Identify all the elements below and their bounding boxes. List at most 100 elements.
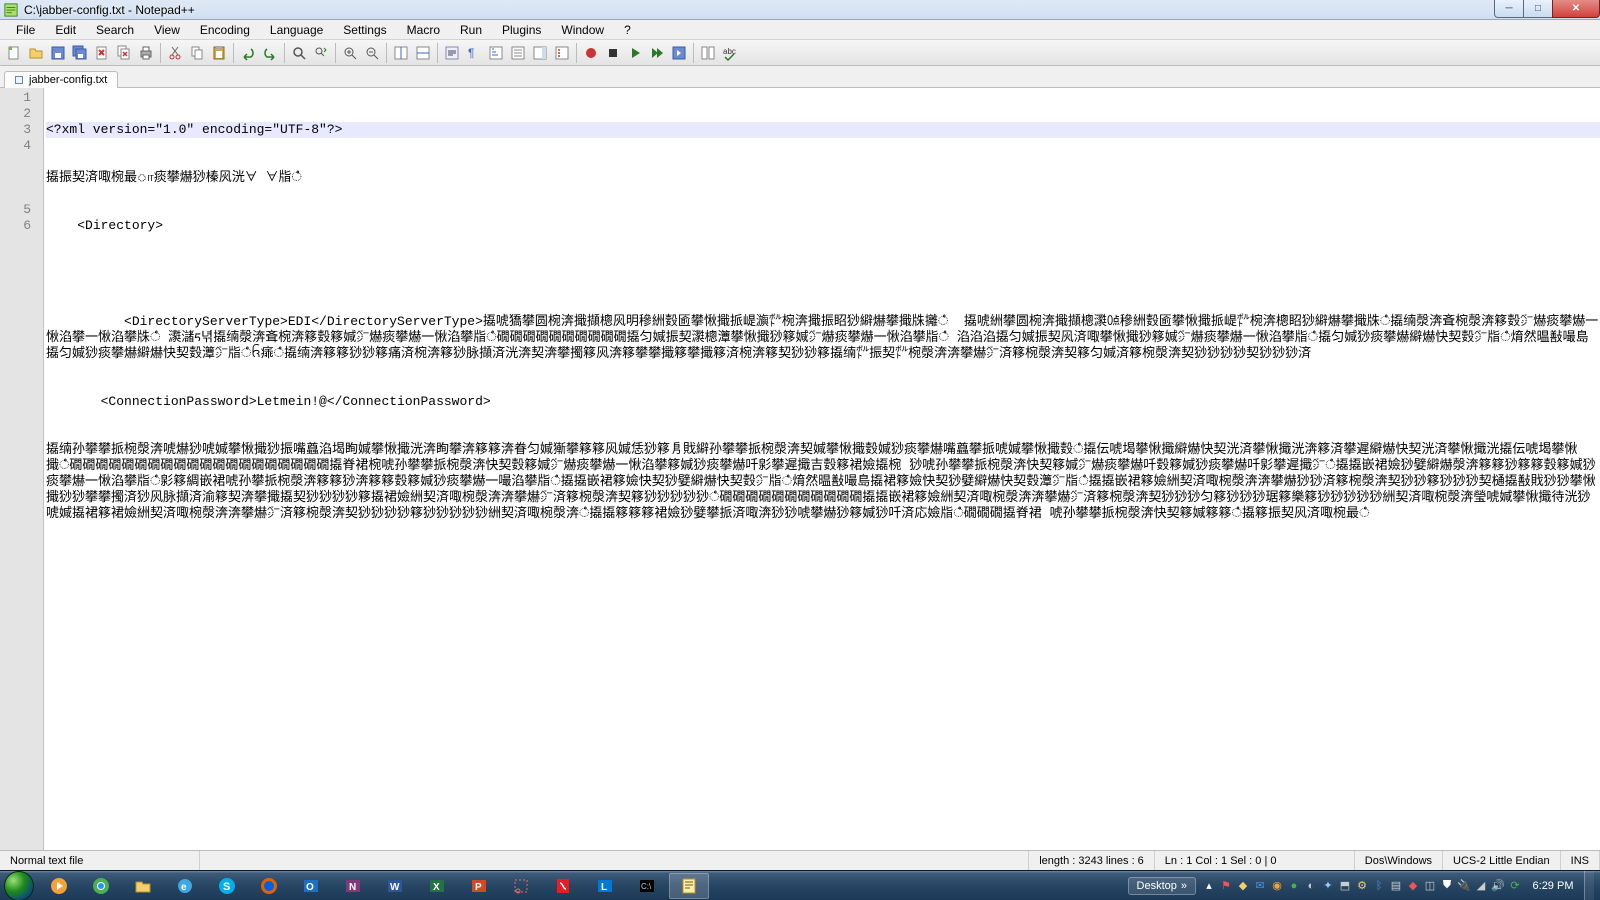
tray-shield-icon[interactable]: ⛊ <box>1440 879 1454 893</box>
taskbar-app-chrome[interactable] <box>81 873 121 899</box>
taskbar-app-excel[interactable]: X <box>417 873 457 899</box>
menu-file[interactable]: File <box>8 21 43 39</box>
undo-button[interactable] <box>238 43 258 63</box>
tray-outlook-icon[interactable]: ✉ <box>1253 879 1267 893</box>
taskbar-app-ie[interactable]: e <box>165 873 205 899</box>
user-lang-button[interactable] <box>508 43 528 63</box>
new-file-button[interactable] <box>4 43 24 63</box>
menu-settings[interactable]: Settings <box>335 21 394 39</box>
copy-button[interactable] <box>187 43 207 63</box>
save-all-button[interactable] <box>70 43 90 63</box>
zoom-in-button[interactable] <box>340 43 360 63</box>
all-chars-button[interactable]: ¶ <box>464 43 484 63</box>
close-file-button[interactable] <box>92 43 112 63</box>
taskbar-app-word[interactable]: W <box>375 873 415 899</box>
macro-save-button[interactable] <box>669 43 689 63</box>
close-all-button[interactable] <box>114 43 134 63</box>
menu-macro[interactable]: Macro <box>399 21 448 39</box>
text-editor[interactable]: <?xml version="1.0" encoding="UTF-8"?>਍ … <box>44 88 1600 850</box>
show-desktop-button[interactable] <box>1584 871 1594 900</box>
tray-app-icon[interactable]: ▤ <box>1389 879 1403 893</box>
taskbar-app-media[interactable] <box>39 873 79 899</box>
tray-app-icon[interactable]: ◆ <box>1406 879 1420 893</box>
redo-button[interactable] <box>260 43 280 63</box>
status-file-type: Normal text file <box>0 851 200 870</box>
system-tray: Desktop » ▴ ⚑ ◆ ✉ ◉ ● ◐ ✦ ⬒ ⚙ ᛒ ▤ ◆ ◫ ⛊ … <box>1128 871 1600 900</box>
taskbar-app-onenote[interactable]: N <box>333 873 373 899</box>
tray-app-icon[interactable]: ⚙ <box>1355 879 1369 893</box>
taskbar-app-firefox[interactable] <box>249 873 289 899</box>
toolbar: ¶ abc <box>0 40 1600 66</box>
tray-sync-icon[interactable]: ⟳ <box>1508 879 1522 893</box>
maximize-button[interactable]: □ <box>1523 0 1553 18</box>
menu-window[interactable]: Window <box>553 21 612 39</box>
tray-app-icon[interactable]: ✦ <box>1321 879 1335 893</box>
svg-text:O: O <box>306 882 314 893</box>
tray-app-icon[interactable]: ◐ <box>1304 879 1318 893</box>
menu-run[interactable]: Run <box>452 21 490 39</box>
start-button[interactable] <box>0 871 38 900</box>
taskbar-app-acrobat[interactable] <box>543 873 583 899</box>
file-tab-active[interactable]: jabber-config.txt <box>4 71 118 88</box>
menu-plugins[interactable]: Plugins <box>494 21 549 39</box>
tray-bluetooth-icon[interactable]: ᛒ <box>1372 879 1386 893</box>
show-desktop-toolbar[interactable]: Desktop » <box>1128 877 1196 895</box>
tray-app-icon[interactable]: ● <box>1287 879 1301 893</box>
sync-v-button[interactable] <box>391 43 411 63</box>
taskbar-app-ppt[interactable]: P <box>459 873 499 899</box>
tray-network-icon[interactable]: ◢ <box>1474 879 1488 893</box>
menu-view[interactable]: View <box>146 21 188 39</box>
code-line <box>46 266 1600 282</box>
tray-up-icon[interactable]: ▴ <box>1202 879 1216 893</box>
menu-language[interactable]: Language <box>262 21 331 39</box>
tray-volume-icon[interactable]: 🔊 <box>1491 879 1505 893</box>
compare-button[interactable] <box>698 43 718 63</box>
macro-play-button[interactable] <box>625 43 645 63</box>
menu-edit[interactable]: Edit <box>47 21 84 39</box>
tray-app-icon[interactable]: ◉ <box>1270 879 1284 893</box>
cut-button[interactable] <box>165 43 185 63</box>
close-button[interactable]: ✕ <box>1552 0 1600 18</box>
tray-app-icon[interactable]: ◫ <box>1423 879 1437 893</box>
print-button[interactable] <box>136 43 156 63</box>
status-eol[interactable]: Dos\Windows <box>1355 851 1443 870</box>
paste-button[interactable] <box>209 43 229 63</box>
open-file-button[interactable] <box>26 43 46 63</box>
indent-guide-button[interactable] <box>486 43 506 63</box>
word-wrap-button[interactable] <box>442 43 462 63</box>
macro-play-multi-button[interactable] <box>647 43 667 63</box>
svg-text:¶: ¶ <box>468 46 474 60</box>
taskbar-app-snip[interactable] <box>501 873 541 899</box>
taskbar-app-explorer[interactable] <box>123 873 163 899</box>
macro-stop-button[interactable] <box>603 43 623 63</box>
taskbar-clock[interactable]: 6:29 PM <box>1528 880 1578 892</box>
taskbar-app-notepadpp[interactable] <box>669 873 709 899</box>
menu-help[interactable]: ? <box>616 21 639 39</box>
spell-check-button[interactable]: abc <box>720 43 740 63</box>
menu-search[interactable]: Search <box>88 21 142 39</box>
tray-power-icon[interactable]: 🔌 <box>1457 879 1471 893</box>
tray-shield-icon[interactable]: ◆ <box>1236 879 1250 893</box>
tray-app-icon[interactable]: ⬒ <box>1338 879 1352 893</box>
toolbar-separator <box>284 43 285 63</box>
find-button[interactable] <box>289 43 309 63</box>
windows-taskbar: e S O N W X P L C:\ Desktop » ▴ ⚑ ◆ ✉ ◉ … <box>0 870 1600 900</box>
sync-h-button[interactable] <box>413 43 433 63</box>
taskbar-app-lync[interactable]: L <box>585 873 625 899</box>
save-button[interactable] <box>48 43 68 63</box>
minimize-button[interactable]: ─ <box>1494 0 1524 18</box>
status-encoding[interactable]: UCS-2 Little Endian <box>1443 851 1561 870</box>
macro-record-button[interactable] <box>581 43 601 63</box>
doc-map-button[interactable] <box>530 43 550 63</box>
status-insert-mode[interactable]: INS <box>1561 851 1600 870</box>
taskbar-app-outlook[interactable]: O <box>291 873 331 899</box>
replace-button[interactable] <box>311 43 331 63</box>
taskbar-app-skype[interactable]: S <box>207 873 247 899</box>
menu-encoding[interactable]: Encoding <box>192 21 258 39</box>
tray-flag-icon[interactable]: ⚑ <box>1219 879 1233 893</box>
taskbar-app-cmd[interactable]: C:\ <box>627 873 667 899</box>
zoom-out-button[interactable] <box>362 43 382 63</box>
func-list-button[interactable] <box>552 43 572 63</box>
svg-text:N: N <box>349 882 356 893</box>
toolbar-separator <box>693 43 694 63</box>
